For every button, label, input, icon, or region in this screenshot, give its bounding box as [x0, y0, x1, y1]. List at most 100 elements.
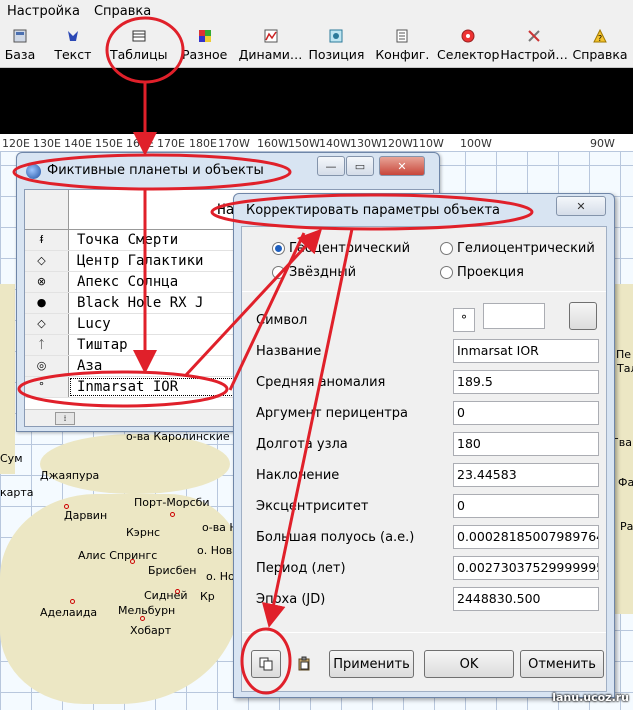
- settings-icon: [528, 30, 540, 42]
- toolbar-position-button[interactable]: Позиция: [304, 22, 370, 68]
- position-icon: [329, 29, 343, 43]
- toolbar-label: Настрой…: [501, 47, 568, 62]
- map-label: Тал: [617, 362, 633, 375]
- paste-icon: [298, 656, 310, 671]
- param-label: Название: [256, 344, 322, 359]
- longitude-tick: 90W: [590, 137, 615, 150]
- window-title: Фиктивные планеты и объекты: [47, 162, 264, 178]
- map-label: Кэрнс: [126, 526, 161, 539]
- longitude-tick: 130E: [33, 137, 61, 150]
- object-symbol: ᛏ: [25, 335, 69, 355]
- app-globe-icon: [26, 164, 41, 179]
- toolbar-label: Позиция: [308, 47, 365, 62]
- radio-indicator: [272, 266, 285, 279]
- toolbar-dynamics-button[interactable]: Динами…: [238, 22, 304, 68]
- toolbar-label: Динами…: [238, 47, 303, 62]
- radio-indicator: [272, 242, 285, 255]
- menu-help[interactable]: Справка: [87, 4, 158, 19]
- scrollbar-thumb[interactable]: ⁞: [55, 412, 75, 425]
- longitude-tick: 130W: [350, 137, 382, 150]
- epoch-field[interactable]: 2448830.500: [453, 587, 599, 611]
- copy-button[interactable]: [251, 650, 281, 678]
- toolbar-label: Конфиг.: [375, 47, 430, 62]
- map-label: Сум: [0, 452, 23, 465]
- argument-pericenter-field[interactable]: 0: [453, 401, 599, 425]
- object-symbol: °: [25, 377, 69, 397]
- map-label: Дарвин: [64, 509, 108, 522]
- longitude-tick: 150W: [288, 137, 320, 150]
- table-icon: [132, 30, 146, 42]
- object-symbol: ◇: [25, 251, 69, 271]
- toolbar-tables-button[interactable]: Таблицы: [106, 22, 172, 68]
- param-label: Большая полуось (а.е.): [256, 530, 415, 545]
- geocentric-radio[interactable]: Геоцентрический: [272, 241, 410, 256]
- sidereal-radio[interactable]: Звёздный: [272, 265, 356, 280]
- city-marker: [64, 504, 69, 509]
- apply-button[interactable]: Применить: [329, 650, 414, 678]
- city-marker: [175, 589, 180, 594]
- toolbar-selector-button[interactable]: Селектор: [435, 22, 501, 68]
- mean-anomaly-field[interactable]: 189.5: [453, 370, 599, 394]
- close-button[interactable]: ✕: [556, 196, 606, 216]
- projection-radio[interactable]: Проекция: [440, 265, 524, 280]
- maximize-button[interactable]: ▭: [346, 156, 374, 176]
- toolbar-label: База: [4, 47, 36, 62]
- menu-settings[interactable]: Настройка: [0, 4, 87, 19]
- name-field[interactable]: Inmarsat IOR: [453, 339, 599, 363]
- object-symbol: ᵮ: [25, 230, 69, 250]
- toolbar-label: Разное: [181, 47, 228, 62]
- longitude-tick: 140E: [64, 137, 92, 150]
- map-label: Сидней: [144, 589, 188, 602]
- toolbar-config-button[interactable]: Конфиг.: [369, 22, 435, 68]
- paste-button[interactable]: [289, 650, 319, 678]
- param-label: Период (лет): [256, 561, 346, 576]
- longitude-scale: 120E 130E 140E 150E 160E 170E 180E 170W …: [0, 134, 633, 152]
- selector-icon: [461, 29, 475, 43]
- param-label: Наклонение: [256, 468, 340, 483]
- heliocentric-radio[interactable]: Гелиоцентрический: [440, 241, 595, 256]
- object-symbol: ◇: [25, 314, 69, 334]
- asia-landmass: [0, 284, 15, 474]
- misc-icon: [198, 30, 211, 42]
- toolbar: База Текст Таблицы Разное Динами… Позици…: [0, 22, 633, 68]
- toolbar-text-button[interactable]: Текст: [40, 22, 106, 68]
- longitude-tick: 120E: [2, 137, 30, 150]
- minimize-button[interactable]: —: [317, 156, 345, 176]
- inclination-field[interactable]: 23.44583: [453, 463, 599, 487]
- longitude-tick: 120W: [381, 137, 413, 150]
- object-symbol: ⊗: [25, 272, 69, 292]
- toolbar-label: Таблицы: [110, 47, 168, 62]
- toolbar-database-button[interactable]: База: [0, 22, 40, 68]
- map-label: Джаяпура: [40, 469, 100, 482]
- help-icon: ?: [593, 28, 607, 43]
- new-guinea-landmass: [40, 434, 230, 494]
- param-label: Эксцентриситет: [256, 499, 369, 514]
- ok-button[interactable]: OK: [424, 650, 514, 678]
- symbol-picker-button[interactable]: [569, 302, 597, 330]
- eccentricity-field[interactable]: 0: [453, 494, 599, 518]
- cancel-button[interactable]: Отменить: [520, 650, 604, 678]
- toolbar-help-button[interactable]: ? Справка: [567, 22, 633, 68]
- radio-label: Проекция: [457, 265, 524, 280]
- longitude-tick: 140W: [319, 137, 351, 150]
- node-longitude-field[interactable]: 180: [453, 432, 599, 456]
- symbol-label: Символ: [256, 313, 308, 328]
- config-icon: [396, 29, 408, 43]
- semi-major-axis-field[interactable]: 0.00028185007989764: [453, 525, 599, 549]
- toolbar-label: Справка: [572, 47, 628, 62]
- toolbar-misc-button[interactable]: Разное: [172, 22, 238, 68]
- map-label: Порт-Морсби: [134, 496, 210, 509]
- radio-label: Звёздный: [289, 265, 357, 280]
- longitude-tick: 160W: [257, 137, 289, 150]
- map-label: Хобарт: [130, 624, 172, 637]
- longitude-tick: 150E: [95, 137, 123, 150]
- city-marker: [130, 559, 135, 564]
- city-marker: [70, 599, 75, 604]
- period-field[interactable]: 0.00273037529999995: [453, 556, 599, 580]
- watermark: lanu.ucoz.ru: [552, 691, 629, 704]
- close-button[interactable]: ✕: [379, 156, 425, 176]
- toolbar-settings-button[interactable]: Настрой…: [501, 22, 567, 68]
- map-label: Алис Спрингс: [78, 549, 158, 562]
- city-marker: [140, 616, 145, 621]
- symbol-input[interactable]: [483, 303, 545, 329]
